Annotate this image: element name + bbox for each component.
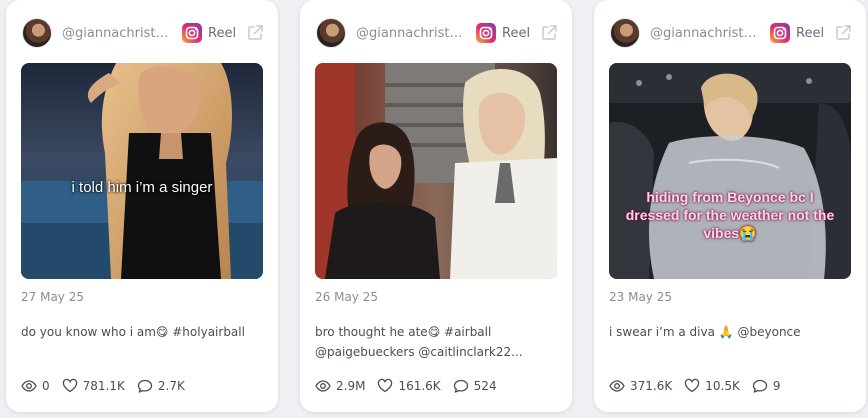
username[interactable]: @giannachristii... [650, 26, 760, 41]
platform-label: Reel [208, 25, 237, 41]
post-media[interactable]: i told him i’m a singer [21, 63, 263, 279]
likes-count: 161.6K [398, 379, 441, 393]
avatar[interactable] [316, 18, 346, 48]
post-card[interactable]: @giannachristii... Reel [6, 0, 278, 412]
likes-stat: 10.5K [684, 378, 740, 394]
comment-icon [137, 379, 153, 393]
avatar[interactable] [22, 18, 52, 48]
post-card[interactable]: @giannachristii... Reel [300, 0, 572, 412]
post-caption: i swear i’m a diva 🙏 @beyonce [609, 322, 849, 342]
comments-stat: 9 [752, 378, 781, 394]
post-card[interactable]: @giannachristii... Reel [594, 0, 866, 412]
avatar[interactable] [610, 18, 640, 48]
views-count: 371.6K [630, 379, 673, 393]
eye-icon [609, 380, 625, 392]
heart-icon [378, 378, 393, 393]
media-overlay-text: i told him i’m a singer [71, 179, 213, 196]
instagram-icon [770, 23, 790, 43]
username[interactable]: @giannachristii... [356, 26, 466, 41]
card-header: @giannachristii... Reel [316, 18, 558, 48]
views-count: 2.9M [336, 379, 366, 393]
likes-stat: 781.1K [62, 378, 125, 394]
comments-count: 524 [473, 379, 497, 393]
heart-icon [62, 378, 77, 393]
platform-label: Reel [796, 25, 825, 41]
likes-count: 781.1K [82, 379, 125, 393]
post-caption: do you know who i am😋 #holyairball [21, 322, 261, 342]
comments-stat: 2.7K [137, 378, 185, 394]
instagram-icon [476, 23, 496, 43]
card-header: @giannachristii... Reel [22, 18, 264, 48]
media-thumbnail [21, 63, 263, 279]
platform-label: Reel [502, 25, 531, 41]
post-caption: bro thought he ate😋 #airball @paigebueck… [315, 322, 555, 362]
comments-count: 2.7K [157, 379, 185, 393]
views-stat: 371.6K [609, 378, 672, 394]
external-link-icon[interactable] [834, 24, 852, 42]
post-stats: 371.6K 10.5K 9 [609, 376, 792, 396]
post-date: 27 May 25 [21, 290, 84, 304]
post-date: 26 May 25 [315, 290, 378, 304]
comments-count: 9 [772, 379, 781, 393]
likes-count: 10.5K [705, 379, 740, 393]
post-date: 23 May 25 [609, 290, 672, 304]
eye-icon [21, 380, 37, 392]
media-thumbnail [315, 63, 557, 279]
external-link-icon[interactable] [540, 24, 558, 42]
likes-stat: 161.6K [377, 378, 441, 394]
post-media[interactable] [315, 63, 557, 279]
eye-icon [315, 380, 331, 392]
caption-line: @paigebueckers @caitlinclark22... [315, 345, 523, 359]
comment-icon [453, 379, 468, 393]
comments-stat: 524 [453, 378, 497, 394]
post-media[interactable]: hiding from Beyonce bc I dressed for the… [609, 63, 851, 279]
views-stat: 2.9M [315, 378, 365, 394]
views-stat: 0 [21, 378, 50, 394]
caption-line: bro thought he ate😋 #airball [315, 325, 492, 339]
instagram-icon [182, 23, 202, 43]
comment-icon [752, 379, 767, 393]
media-thumbnail [609, 63, 851, 279]
caption-line: do you know who i am😋 #holyairball [21, 325, 245, 339]
post-stats: 0 781.1K 2.7K [21, 376, 197, 396]
post-stats: 2.9M 161.6K 524 [315, 376, 509, 396]
card-header: @giannachristii... Reel [610, 18, 852, 48]
post-grid: @giannachristii... Reel i told him i’m a… [0, 0, 868, 418]
external-link-icon[interactable] [246, 24, 264, 42]
heart-icon [685, 378, 700, 393]
caption-line: i swear i’m a diva 🙏 @beyonce [609, 325, 801, 339]
username[interactable]: @giannachristii... [62, 26, 172, 41]
views-count: 0 [42, 379, 50, 393]
media-overlay-text: hiding from Beyonce bc I dressed for the… [625, 189, 835, 241]
